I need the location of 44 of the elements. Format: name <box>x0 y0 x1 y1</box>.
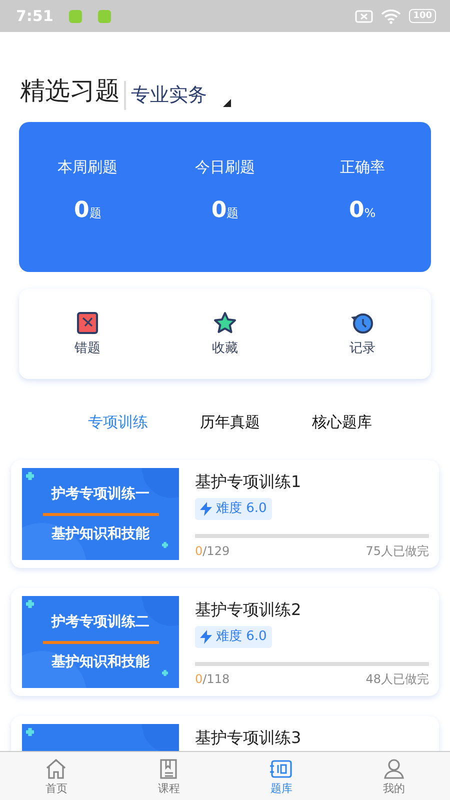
course-title: 基护专项训练3 <box>195 727 302 749</box>
nav-tab[interactable]: 课程 <box>112 752 225 800</box>
cover-title: 护考专项训练一 <box>52 484 150 504</box>
star-icon <box>212 310 237 334</box>
lightning-icon <box>200 502 212 516</box>
category-tab[interactable]: 专项训练 <box>88 410 148 433</box>
shortcut-button[interactable]: 收藏 <box>156 288 294 378</box>
course-title: 基护专项训练2 <box>195 599 302 621</box>
cover-subtitle: 基护知识和技能 <box>52 652 150 672</box>
stat-label: 正确率 <box>340 156 385 178</box>
difficulty-tag: 难度 6.0 <box>195 498 272 520</box>
error-book-icon <box>76 310 100 334</box>
app-notification-icon <box>98 10 112 22</box>
stat-label: 本周刷题 <box>58 156 118 178</box>
subject-dropdown[interactable]: 专业实务 <box>124 81 231 110</box>
wifi-icon <box>381 8 402 24</box>
finished-count: 48人已做完 <box>366 671 429 688</box>
caret-icon <box>223 98 231 106</box>
no-sim-icon <box>355 10 374 22</box>
shortcut-button[interactable]: 记录 <box>294 288 431 378</box>
nav-tab[interactable]: 首页 <box>0 752 112 800</box>
cover-subtitle: 基护知识和技能 <box>52 524 150 544</box>
app-notification-icon <box>69 10 82 22</box>
category-tab[interactable]: 历年真题 <box>200 410 260 433</box>
finished-count: 75人已做完 <box>366 543 429 560</box>
nav-tab[interactable]: 题库 <box>225 752 338 800</box>
stat-value: 0题 <box>211 197 239 225</box>
person-icon <box>382 757 406 781</box>
notebook-icon <box>269 757 294 781</box>
cover-title: 护考专项训练二 <box>52 612 150 632</box>
page-title: 精选习题 <box>20 75 120 107</box>
nav-tab[interactable]: 我的 <box>338 752 450 800</box>
difficulty-tag: 难度 6.0 <box>195 626 272 648</box>
stat-value: 0% <box>348 197 376 225</box>
history-clock-icon <box>350 310 374 334</box>
stat-label: 今日刷题 <box>194 156 255 178</box>
lightning-icon <box>200 630 212 644</box>
category-tab[interactable]: 核心题库 <box>312 410 372 433</box>
progress-count: 0/118 <box>195 671 230 688</box>
course-title: 基护专项训练1 <box>195 471 302 493</box>
shortcut-button[interactable]: 错题 <box>19 288 156 378</box>
stat-value: 0题 <box>74 197 102 225</box>
home-icon <box>44 757 68 781</box>
progress-count: 0/129 <box>195 543 230 560</box>
